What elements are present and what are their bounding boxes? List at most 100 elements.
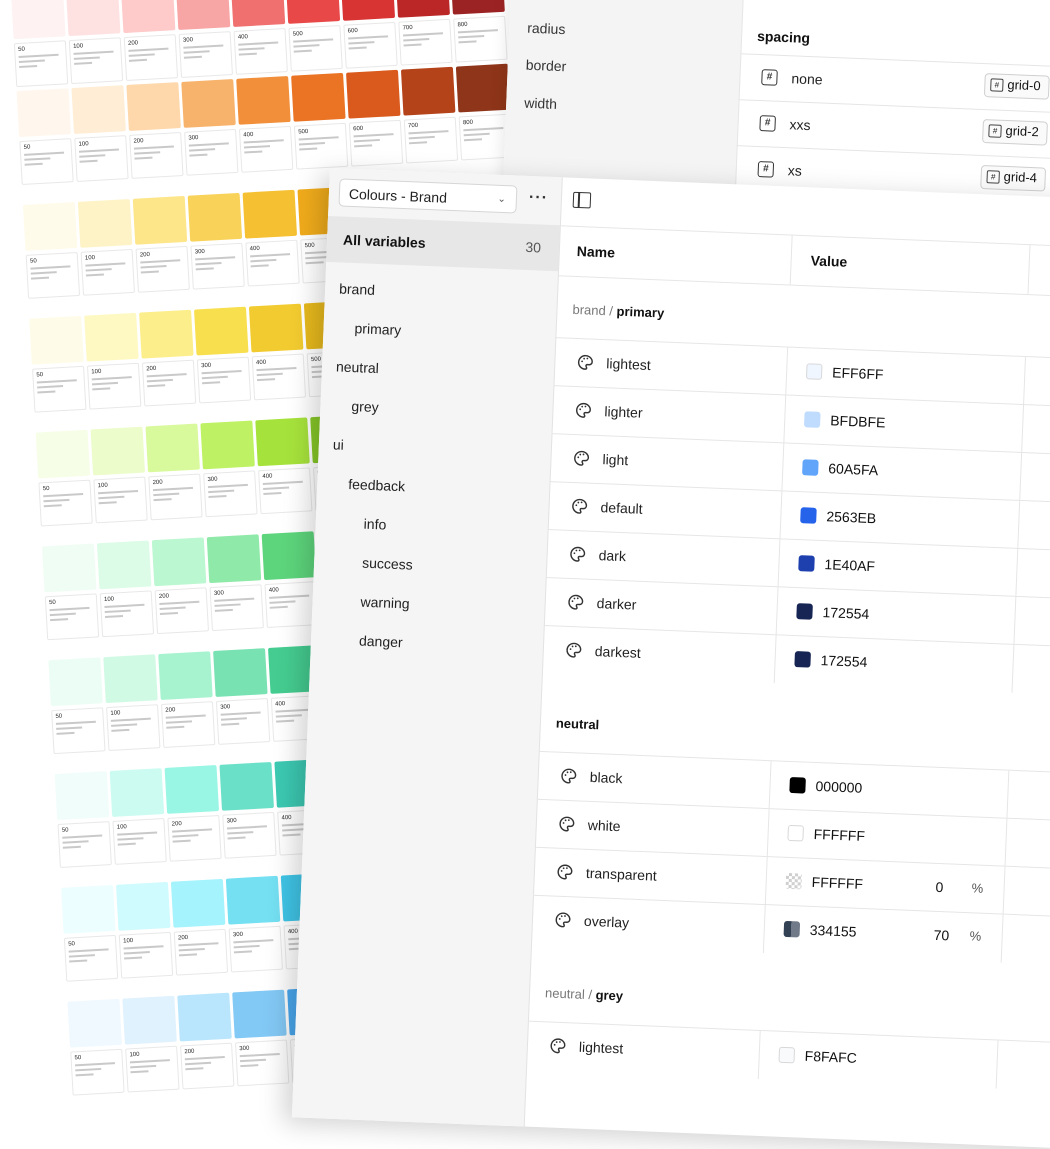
hex-value[interactable]: EFF6FF bbox=[832, 364, 884, 382]
swatch-caption-line bbox=[348, 41, 375, 45]
hex-value[interactable]: F8FAFC bbox=[804, 1048, 857, 1066]
swatch-caption-line bbox=[68, 948, 109, 953]
swatch-caption-line bbox=[91, 381, 119, 386]
hex-value[interactable]: 60A5FA bbox=[828, 460, 878, 478]
color-swatch: 100 bbox=[84, 312, 142, 410]
swatch-block bbox=[132, 195, 188, 245]
swatch-caption-line bbox=[348, 46, 367, 50]
color-swatch[interactable] bbox=[783, 920, 801, 938]
swatch-caption-line bbox=[463, 127, 504, 132]
sidebar-group-success[interactable]: success bbox=[362, 555, 413, 573]
alias-label: grid-2 bbox=[1005, 122, 1040, 140]
section-name: neutral bbox=[555, 715, 600, 733]
color-swatch[interactable] bbox=[798, 555, 815, 572]
sidebar-group-brand[interactable]: brand bbox=[339, 280, 375, 297]
hex-value[interactable]: FFFFFF bbox=[813, 826, 865, 844]
color-variable-icon bbox=[576, 353, 595, 372]
collection-select[interactable]: Colours - Brand ⌄ bbox=[338, 178, 518, 214]
sidebar-group-warning[interactable]: warning bbox=[360, 594, 410, 612]
swatch-caption-line bbox=[207, 483, 248, 489]
swatch-caption-line bbox=[85, 273, 104, 277]
alias-chip[interactable]: # grid-4 bbox=[980, 164, 1047, 192]
hex-value[interactable]: 2563EB bbox=[826, 508, 876, 526]
color-swatch: 300 bbox=[206, 534, 264, 632]
swatch-caption-line bbox=[111, 723, 138, 727]
hex-value[interactable]: 172554 bbox=[822, 604, 869, 622]
color-swatch: 300 bbox=[232, 989, 290, 1087]
swatch-caption-line bbox=[220, 711, 261, 716]
swatch-caption-line bbox=[85, 262, 125, 267]
swatch-block bbox=[175, 0, 231, 31]
sidebar-item-border[interactable]: border bbox=[525, 57, 566, 75]
column-divider bbox=[764, 857, 768, 906]
swatch-block bbox=[242, 189, 298, 239]
swatch-step: 200 bbox=[171, 821, 182, 828]
swatch-block bbox=[22, 202, 78, 251]
sidebar-group-info[interactable]: info bbox=[363, 516, 386, 533]
swatch-caption-line bbox=[62, 834, 102, 839]
alias-chip[interactable]: # grid-2 bbox=[982, 119, 1049, 146]
swatch-caption-line bbox=[263, 486, 290, 490]
sidebar-group-primary[interactable]: primary bbox=[354, 320, 401, 338]
hex-value[interactable]: FFFFFF bbox=[811, 874, 863, 892]
swatch-step: 100 bbox=[84, 255, 96, 262]
swatch-caption-line bbox=[172, 828, 212, 833]
opacity-value[interactable]: 0 bbox=[935, 879, 943, 895]
swatch-step: 100 bbox=[103, 596, 115, 604]
hex-value[interactable]: 1E40AF bbox=[824, 556, 875, 574]
sidebar-item-radius[interactable]: radius bbox=[527, 20, 566, 38]
section-parent: neutral / bbox=[544, 985, 596, 1003]
swatch-step: 50 bbox=[36, 372, 44, 379]
alias-label: grid-0 bbox=[1007, 76, 1041, 94]
color-swatch[interactable] bbox=[794, 651, 811, 668]
swatch-block bbox=[90, 426, 146, 476]
all-variables-item[interactable]: All variables 30 bbox=[326, 215, 560, 272]
color-swatch[interactable] bbox=[787, 824, 804, 842]
hex-value[interactable]: 172554 bbox=[820, 652, 867, 670]
sidebar-toggle-icon[interactable] bbox=[572, 191, 592, 209]
color-swatch[interactable] bbox=[785, 872, 803, 890]
swatch-step: 300 bbox=[213, 590, 225, 597]
variable-row[interactable]: lightest F8FAFC bbox=[525, 1020, 1050, 1093]
swatch-step: 400 bbox=[243, 131, 254, 139]
swatch-caption: 300 bbox=[228, 925, 283, 973]
swatch-caption-line bbox=[104, 615, 123, 619]
color-swatch: 100 bbox=[96, 540, 155, 638]
swatch-caption-line bbox=[74, 61, 92, 65]
color-swatch[interactable] bbox=[789, 776, 806, 794]
color-swatch[interactable] bbox=[778, 1046, 796, 1064]
color-swatch[interactable] bbox=[796, 603, 813, 620]
hex-value[interactable]: 000000 bbox=[815, 778, 862, 796]
sidebar-item-width[interactable]: width bbox=[524, 95, 557, 112]
section-title: brand / primary bbox=[572, 302, 664, 321]
swatch-caption: 400 bbox=[258, 467, 313, 515]
swatch-step: 50 bbox=[42, 485, 50, 493]
swatch-caption-line bbox=[37, 384, 64, 389]
color-swatch[interactable] bbox=[803, 411, 821, 428]
alias-label: grid-4 bbox=[1003, 168, 1038, 186]
sidebar-group-neutral[interactable]: neutral bbox=[336, 358, 379, 376]
swatch-caption-line bbox=[262, 480, 303, 486]
swatch-step: 800 bbox=[462, 119, 474, 127]
alias-chip[interactable]: # grid-0 bbox=[983, 73, 1050, 100]
hex-value[interactable]: BFDBFE bbox=[830, 412, 886, 430]
sidebar-group-grey[interactable]: grey bbox=[351, 398, 379, 415]
sidebar-group-danger[interactable]: danger bbox=[359, 633, 403, 651]
section-title: neutral / grey bbox=[545, 985, 624, 1003]
more-options-button[interactable]: ··· bbox=[529, 189, 549, 207]
swatch-caption-line bbox=[275, 714, 303, 718]
number-variable-icon: # bbox=[761, 69, 778, 86]
sidebar-group-feedback[interactable]: feedback bbox=[348, 476, 405, 494]
hex-value[interactable]: 334155 bbox=[809, 922, 856, 940]
color-swatch: 50 bbox=[29, 315, 87, 413]
swatch-step: 800 bbox=[457, 21, 468, 29]
opacity-value[interactable]: 70 bbox=[933, 927, 949, 944]
number-variable-icon: # bbox=[757, 161, 775, 178]
sidebar-group-ui[interactable]: ui bbox=[333, 436, 345, 452]
column-divider bbox=[762, 905, 766, 954]
color-swatch[interactable] bbox=[802, 459, 819, 476]
swatch-caption-line bbox=[73, 56, 101, 60]
color-swatch[interactable] bbox=[805, 363, 823, 380]
color-swatch[interactable] bbox=[800, 507, 817, 524]
swatch-caption-line bbox=[226, 825, 267, 830]
